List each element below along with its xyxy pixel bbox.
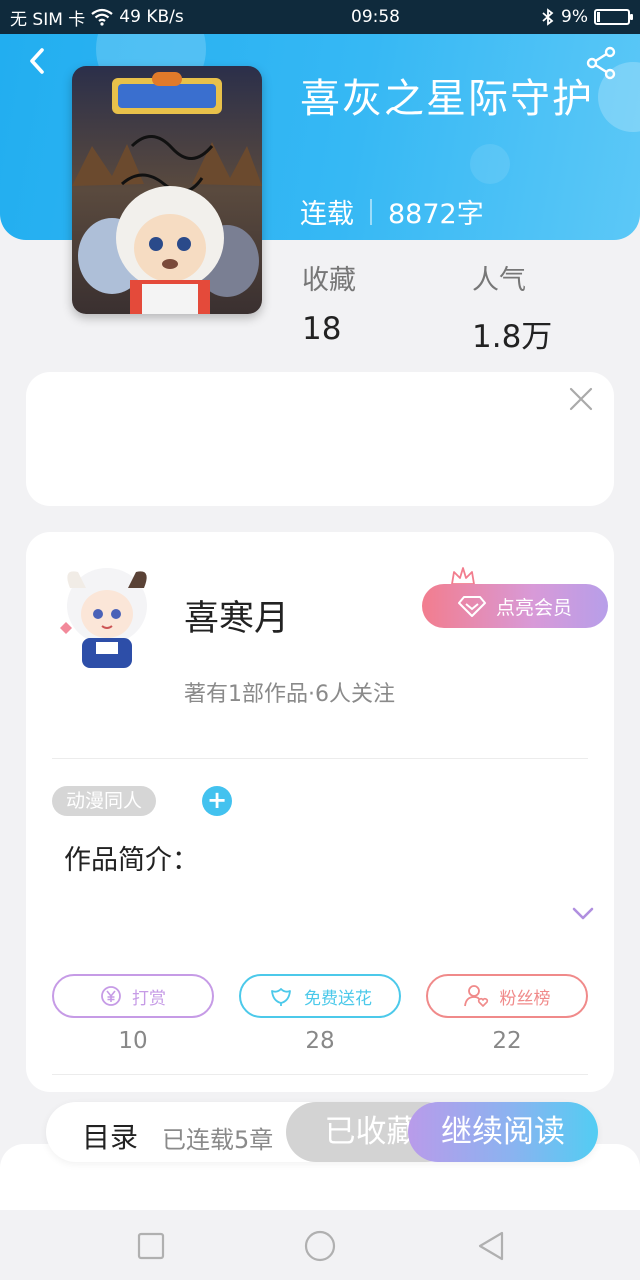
yen-icon — [101, 986, 121, 1006]
clock: 09:58 — [351, 7, 400, 27]
reward-label: 打赏 — [132, 988, 166, 1009]
fan-icon — [463, 985, 488, 1007]
vip-label: 点亮会员 — [495, 596, 572, 619]
network-speed: 49 KB/s — [119, 7, 184, 27]
stat-value: 18 — [302, 311, 342, 347]
word-count: 8872字 — [388, 199, 484, 230]
fan-ranking-button[interactable]: 粉丝榜 — [426, 974, 588, 1018]
battery-percent: 9% — [561, 7, 588, 27]
book-info-card: 喜寒月 点亮会员 著有1部作品·6人关注 动漫同人 + 作品简介： 打赏 10 … — [26, 532, 614, 1092]
wifi-icon — [91, 8, 113, 26]
genre-tag[interactable]: 动漫同人 — [52, 786, 157, 816]
fan-ranking-label: 粉丝榜 — [499, 988, 551, 1009]
close-icon[interactable] — [568, 386, 594, 412]
send-flower-label: 免费送花 — [304, 988, 372, 1009]
add-tag-button[interactable]: + — [202, 786, 232, 816]
status-bar: 无 SIM 卡 49 KB/s 09:58 9% — [0, 0, 640, 34]
avatar[interactable] — [52, 558, 162, 676]
continue-reading-button[interactable]: 继续阅读 — [408, 1102, 598, 1162]
back-button[interactable] — [20, 44, 54, 78]
flower-count: 28 — [305, 1028, 335, 1054]
reward-count: 10 — [118, 1028, 148, 1054]
bluetooth-icon — [542, 8, 554, 26]
battery-icon — [594, 9, 633, 25]
flower-icon — [271, 988, 291, 1006]
vip-button[interactable]: 点亮会员 — [422, 584, 608, 628]
divider — [52, 1074, 588, 1075]
carrier-text: 无 SIM 卡 — [10, 9, 86, 30]
chapter-count: 已连载5章 — [162, 1126, 274, 1154]
back-nav-icon[interactable] — [474, 1228, 510, 1264]
stat-favorites: 收藏 18 — [302, 258, 356, 347]
author-name[interactable]: 喜寒月 — [184, 590, 289, 641]
stat-label: 人气 — [472, 265, 526, 296]
stat-popularity: 人气 1.8万 — [472, 258, 552, 356]
bottom-action-bar: 目录 已连载5章 已收藏 继续阅读 — [46, 1102, 598, 1162]
system-nav-bar — [0, 1210, 640, 1280]
book-status-row: 连载 8872字 — [300, 192, 484, 231]
book-title: 喜灰之星际守护 — [300, 76, 594, 122]
divider — [52, 758, 588, 759]
fan-count: 22 — [492, 1028, 522, 1054]
stat-value: 1.8万 — [472, 319, 553, 355]
author-meta: 著有1部作品·6人关注 — [184, 682, 395, 707]
book-cover[interactable] — [72, 66, 262, 314]
chevron-down-icon[interactable] — [572, 906, 594, 922]
send-flower-button[interactable]: 免费送花 — [239, 974, 401, 1018]
toc-button[interactable]: 目录 — [82, 1116, 138, 1156]
ad-card — [26, 372, 614, 506]
recent-apps-icon[interactable] — [133, 1228, 169, 1264]
intro-title: 作品简介： — [64, 845, 199, 876]
status-divider — [370, 198, 372, 225]
stat-label: 收藏 — [302, 265, 356, 296]
reward-button[interactable]: 打赏 — [52, 974, 214, 1018]
serial-status: 连载 — [300, 199, 354, 230]
diamond-icon — [457, 596, 486, 617]
home-icon[interactable] — [302, 1228, 338, 1264]
